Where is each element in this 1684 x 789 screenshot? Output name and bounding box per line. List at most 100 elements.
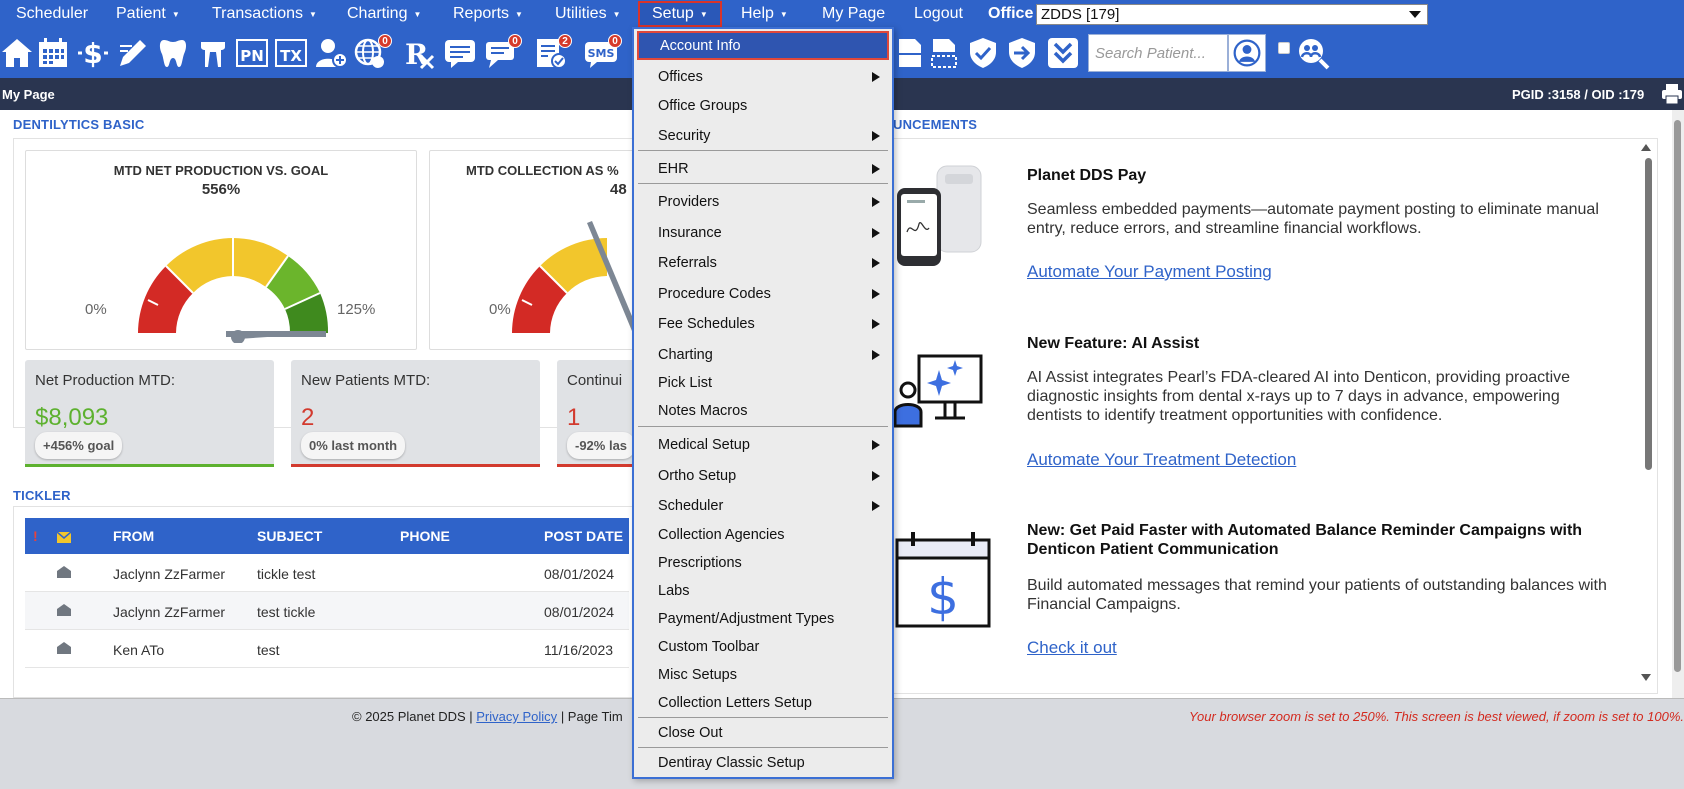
calendar-icon[interactable] xyxy=(36,36,70,70)
menu-reports[interactable]: Reports ▼ xyxy=(453,0,523,28)
announcement-link[interactable]: Check it out xyxy=(1027,638,1117,658)
menu-separator xyxy=(638,150,888,151)
setup-item-dentiray-classic-setup[interactable]: Dentiray Classic Setup xyxy=(634,749,892,777)
menu-label: Utilities xyxy=(555,5,607,22)
setup-item-referrals[interactable]: Referrals xyxy=(634,249,892,277)
checklist-icon[interactable]: 2 xyxy=(534,34,572,70)
search-patient-input[interactable]: Search Patient... xyxy=(1088,34,1228,72)
from-column-header[interactable]: FROM xyxy=(113,528,154,544)
announcement-link[interactable]: Automate Your Treatment Detection xyxy=(1027,450,1296,470)
setup-item-providers[interactable]: Providers xyxy=(634,188,892,216)
caret-down-icon: ▼ xyxy=(171,9,180,19)
rx-icon[interactable]: R xyxy=(403,36,437,70)
menu-logout[interactable]: Logout xyxy=(914,0,963,28)
menu-help[interactable]: Help ▼ xyxy=(741,0,788,28)
setup-item-collection-letters-setup[interactable]: Collection Letters Setup xyxy=(634,689,892,717)
scroll-up-arrow-icon[interactable] xyxy=(1641,144,1651,151)
scroll-down-arrow-icon[interactable] xyxy=(1641,674,1651,681)
envelope-open-icon xyxy=(57,604,71,616)
home-icon[interactable] xyxy=(0,36,34,70)
setup-item-close-out[interactable]: Close Out xyxy=(634,719,892,747)
globe-icon[interactable]: 0 xyxy=(354,34,392,70)
page-scroll-thumb[interactable] xyxy=(1674,120,1681,672)
setup-item-offices[interactable]: Offices xyxy=(634,63,892,91)
menu-item-label: Collection Letters Setup xyxy=(658,695,812,711)
announcement-link[interactable]: Automate Your Payment Posting xyxy=(1027,262,1272,282)
message-icon[interactable] xyxy=(443,36,477,70)
sms-icon[interactable]: SMS 0 xyxy=(584,34,622,70)
setup-item-fee-schedules[interactable]: Fee Schedules xyxy=(634,310,892,338)
menu-item-label: Labs xyxy=(658,583,690,599)
submenu-arrow-icon xyxy=(872,350,880,360)
row-post-date: 08/01/2024 xyxy=(544,566,615,582)
double-chevron-down-icon[interactable] xyxy=(1046,36,1080,70)
submenu-arrow-icon xyxy=(872,228,880,238)
announcement-text: AI Assist integrates Pearl’s FDA-cleared… xyxy=(1027,369,1571,424)
tooth-roots-icon[interactable] xyxy=(196,36,230,70)
menu-patient[interactable]: Patient ▼ xyxy=(116,0,180,28)
chat-icon[interactable]: 0 xyxy=(484,34,522,70)
tooth-icon[interactable] xyxy=(156,36,190,70)
user-search-icon[interactable] xyxy=(1228,34,1266,72)
row-post-date: 11/16/2023 xyxy=(544,642,614,658)
office-select[interactable]: ZDDS [179] xyxy=(1036,4,1428,25)
phone-column-header[interactable]: PHONE xyxy=(400,528,450,544)
menu-item-label: Referrals xyxy=(658,255,717,271)
svg-text:$: $ xyxy=(83,37,102,70)
toolbar-checkbox[interactable] xyxy=(1278,42,1290,54)
page-scrollbar[interactable] xyxy=(1672,110,1684,698)
setup-item-medical-setup[interactable]: Medical Setup xyxy=(634,431,892,459)
tx-icon[interactable]: TX xyxy=(274,36,308,70)
kpi-net-production: Net Production MTD: $8,093 +456% goal xyxy=(25,360,274,467)
pencil-icon[interactable] xyxy=(116,36,150,70)
setup-item-custom-toolbar[interactable]: Custom Toolbar xyxy=(634,633,892,661)
menu-separator xyxy=(638,426,888,427)
menu-setup[interactable]: Setup ▼ xyxy=(638,1,722,27)
menu-transactions[interactable]: Transactions ▼ xyxy=(212,0,317,28)
setup-item-account-info[interactable]: Account Info xyxy=(637,31,889,60)
subject-column-header[interactable]: SUBJECT xyxy=(257,528,322,544)
kpi-new-patients: New Patients MTD: 2 0% last month xyxy=(291,360,540,467)
table-row[interactable]: Ken ATo test 11/16/2023 xyxy=(25,630,629,668)
post-date-column-header[interactable]: POST DATE xyxy=(544,528,623,544)
setup-item-payment-adjustment-types[interactable]: Payment/Adjustment Types xyxy=(634,605,892,633)
privacy-policy-link[interactable]: Privacy Policy xyxy=(476,709,557,724)
setup-item-prescriptions[interactable]: Prescriptions xyxy=(634,549,892,577)
group-search-icon[interactable] xyxy=(1296,36,1330,70)
menu-scheduler[interactable]: Scheduler xyxy=(16,0,88,28)
menu-utilities[interactable]: Utilities ▼ xyxy=(555,0,620,28)
setup-item-collection-agencies[interactable]: Collection Agencies xyxy=(634,521,892,549)
setup-item-ortho-setup[interactable]: Ortho Setup xyxy=(634,462,892,490)
shield-arrow-icon[interactable] xyxy=(1005,36,1039,70)
menu-charting[interactable]: Charting ▼ xyxy=(347,0,421,28)
setup-item-scheduler[interactable]: Scheduler xyxy=(634,492,892,520)
copyright-text: © 2025 Planet DDS | xyxy=(352,709,473,724)
dashed-document-icon[interactable] xyxy=(927,36,961,70)
row-from: Ken ATo xyxy=(113,642,165,658)
setup-item-charting[interactable]: Charting xyxy=(634,341,892,369)
setup-item-security[interactable]: Security xyxy=(634,122,892,150)
setup-item-pick-list[interactable]: Pick List xyxy=(634,369,892,397)
document-icon[interactable] xyxy=(893,36,927,70)
tickler-title: TICKLER xyxy=(13,488,71,503)
table-row[interactable]: Jaclynn ZzFarmer test tickle 08/01/2024 xyxy=(25,592,629,630)
print-icon[interactable] xyxy=(1660,82,1684,106)
setup-item-office-groups[interactable]: Office Groups xyxy=(634,92,892,120)
shield-check-icon[interactable] xyxy=(966,36,1000,70)
pn-icon[interactable]: PN xyxy=(235,36,269,70)
dollar-icon[interactable]: $ xyxy=(76,36,110,70)
setup-item-procedure-codes[interactable]: Procedure Codes xyxy=(634,280,892,308)
caret-down-icon: ▼ xyxy=(779,9,788,19)
add-user-icon[interactable] xyxy=(314,36,348,70)
setup-item-labs[interactable]: Labs xyxy=(634,577,892,605)
setup-item-ehr[interactable]: EHR xyxy=(634,155,892,183)
submenu-arrow-icon xyxy=(872,258,880,268)
menu-my-page[interactable]: My Page xyxy=(822,0,885,28)
search-placeholder: Search Patient... xyxy=(1095,44,1206,62)
row-subject: tickle test xyxy=(257,566,316,582)
setup-item-insurance[interactable]: Insurance xyxy=(634,219,892,247)
setup-item-misc-setups[interactable]: Misc Setups xyxy=(634,661,892,689)
scroll-thumb[interactable] xyxy=(1645,158,1652,470)
table-row[interactable]: Jaclynn ZzFarmer tickle test 08/01/2024 xyxy=(25,554,629,592)
setup-item-notes-macros[interactable]: Notes Macros xyxy=(634,397,892,425)
